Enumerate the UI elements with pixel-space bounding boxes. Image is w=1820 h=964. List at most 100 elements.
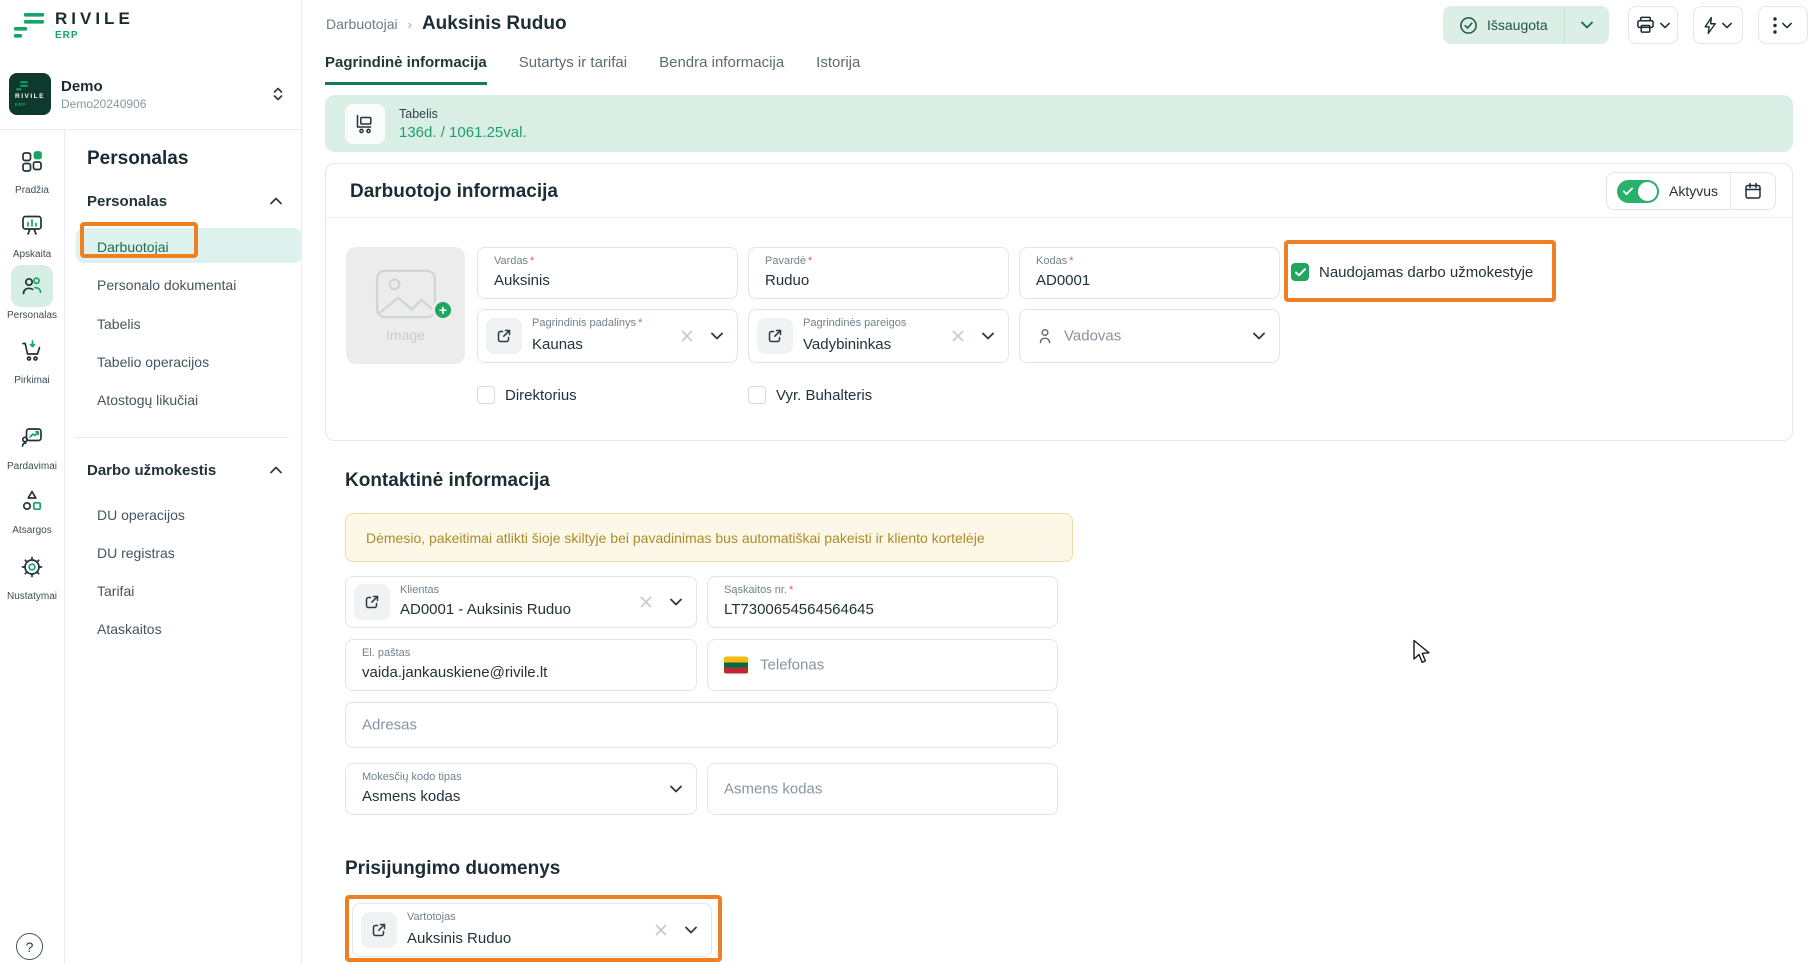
open-link-button[interactable] <box>354 584 390 620</box>
rivile-logo-icon <box>12 11 46 41</box>
org-avatar-sub: ERP <box>15 102 26 107</box>
saved-button[interactable]: Išsaugota <box>1443 16 1564 35</box>
brand-logo[interactable]: RIVILE ERP <box>12 10 134 41</box>
vardas-field[interactable]: Vardas* Auksinis <box>477 247 738 299</box>
sidebar-item-ataskaitos[interactable]: Ataskaitos <box>97 621 162 637</box>
help-button[interactable]: ? <box>16 933 43 960</box>
toggle-check-icon <box>1623 187 1633 196</box>
employee-image-upload[interactable]: Image + <box>346 247 465 364</box>
vartotojas-value: Auksinis Ruduo <box>407 930 511 947</box>
rail-item-atsargos[interactable]: Atsargos <box>0 480 64 536</box>
sidebar-item-personalo-dokumentai[interactable]: Personalo dokumentai <box>97 277 236 293</box>
sidebar-item-tarifai[interactable]: Tarifai <box>97 583 134 599</box>
checkbox-unchecked[interactable] <box>477 386 495 404</box>
chevron-down-icon <box>1660 22 1670 29</box>
clear-icon[interactable] <box>655 924 667 936</box>
rail-label: Personalas <box>7 310 57 321</box>
direktorius-checkbox[interactable]: Direktorius <box>477 386 577 404</box>
person-icon <box>1036 327 1054 345</box>
calendar-button[interactable] <box>1731 173 1775 209</box>
vartotojas-field[interactable]: Vartotojas Auksinis Ruduo <box>352 903 712 957</box>
vadovas-field[interactable]: Vadovas <box>1019 309 1280 363</box>
printer-icon <box>1636 16 1655 34</box>
rail-item-pradzia[interactable]: Pradžia <box>0 140 64 196</box>
more-options-button[interactable] <box>1758 6 1808 44</box>
checkbox-unchecked[interactable] <box>748 386 766 404</box>
rail-item-personalas[interactable]: Personalas <box>0 265 64 321</box>
pareigos-field[interactable]: Pagrindinės pareigos Vadybininkas <box>748 309 1009 363</box>
required-asterisk: * <box>789 584 793 596</box>
rail-item-pardavimai[interactable]: Pardavimai <box>0 416 64 472</box>
sidebar-item-du-registras[interactable]: DU registras <box>97 545 175 561</box>
tab-bar: Pagrindinė informacija Sutartys ir tarif… <box>325 54 860 85</box>
chevron-down-icon[interactable] <box>670 598 682 606</box>
active-toggle-label: Aktyvus <box>1669 183 1718 199</box>
tabelis-banner[interactable]: Tabelis 136d. / 1061.25val. <box>325 95 1793 152</box>
chevron-down-icon[interactable] <box>711 332 723 340</box>
rail-item-apskaita[interactable]: Apskaita <box>0 204 64 260</box>
sidebar-item-tabelis[interactable]: Tabelis <box>97 316 141 332</box>
chevron-down-icon[interactable] <box>1253 332 1265 340</box>
sidebar-item-du-operacijos[interactable]: DU operacijos <box>97 507 185 523</box>
brand-name: RIVILE <box>55 10 134 27</box>
cart-icon <box>20 339 44 363</box>
clear-icon[interactable] <box>952 330 964 342</box>
shapes-icon <box>20 489 44 513</box>
tab-sutartys-ir-tarifai[interactable]: Sutartys ir tarifai <box>519 54 627 85</box>
saved-label: Išsaugota <box>1487 17 1548 33</box>
chevron-up-icon[interactable] <box>270 197 282 205</box>
quick-actions-button[interactable] <box>1693 6 1743 44</box>
padalinys-field[interactable]: Pagrindinis padalinys* Kaunas <box>477 309 738 363</box>
org-avatar: RIVILE ERP <box>9 73 51 115</box>
telefonas-field[interactable]: Telefonas <box>707 639 1058 691</box>
chevron-down-icon[interactable] <box>670 785 682 793</box>
print-button[interactable] <box>1628 6 1678 44</box>
payroll-checkbox[interactable]: Naudojamas darbo užmokestyje <box>1291 263 1533 281</box>
kodas-field[interactable]: Kodas* AD0001 <box>1019 247 1280 299</box>
contact-warning-text: Dėmesio, pakeitimai atlikti šioje skilty… <box>366 530 985 546</box>
card-divider <box>326 217 1792 218</box>
breadcrumb: Darbuotojai › Auksinis Ruduo <box>326 13 567 35</box>
active-toggle[interactable] <box>1617 180 1659 203</box>
sidebar-item-darbuotojai[interactable]: Darbuotojai <box>97 239 169 255</box>
tab-istorija[interactable]: Istorija <box>816 54 860 85</box>
sidebar-item-tabelio-operacijos[interactable]: Tabelio operacijos <box>97 354 209 370</box>
external-link-icon <box>371 922 387 938</box>
rail-item-pirkimai[interactable]: Pirkimai <box>0 330 64 386</box>
chevron-up-icon[interactable] <box>270 466 282 474</box>
mokesciu-kodo-tipas-field[interactable]: Mokesčių kodo tipas Asmens kodas <box>345 763 697 815</box>
header-actions: Išsaugota <box>1443 6 1808 44</box>
trolley-icon <box>354 113 376 135</box>
org-sorter-icon[interactable] <box>271 86 285 102</box>
open-link-button[interactable] <box>486 318 522 354</box>
rail-item-nustatymai[interactable]: Nustatymai <box>0 546 64 602</box>
add-image-badge[interactable]: + <box>432 299 454 321</box>
sidebar-section-personalas[interactable]: Personalas <box>87 193 167 210</box>
chevron-down-icon[interactable] <box>685 926 697 934</box>
people-icon <box>20 274 44 298</box>
sidebar-section-darbo-uzmokestis[interactable]: Darbo užmokestis <box>87 462 216 479</box>
adresas-field[interactable]: Adresas <box>345 702 1058 748</box>
org-selector[interactable]: RIVILE ERP Demo Demo20240906 <box>9 70 293 118</box>
breadcrumb-parent[interactable]: Darbuotojai <box>326 16 398 32</box>
sidebar-item-atostogu-likuciai[interactable]: Atostogų likučiai <box>97 392 198 408</box>
saved-dropdown-button[interactable] <box>1565 21 1609 29</box>
el-pastas-field[interactable]: El. paštas vaida.jankauskiene@rivile.lt <box>345 639 697 691</box>
clear-icon[interactable] <box>681 330 693 342</box>
dashboard-grid-icon <box>20 149 44 173</box>
klientas-field[interactable]: Klientas AD0001 - Auksinis Ruduo <box>345 576 697 628</box>
tab-bendra-informacija[interactable]: Bendra informacija <box>659 54 784 85</box>
open-link-button[interactable] <box>757 318 793 354</box>
buhalteris-checkbox[interactable]: Vyr. Buhalteris <box>748 386 872 404</box>
open-link-button[interactable] <box>361 912 397 948</box>
saskaitos-nr-field[interactable]: Sąskaitos nr.* LT7300654564564645 <box>707 576 1058 628</box>
active-status-control: Aktyvus <box>1606 172 1776 210</box>
chevron-down-icon[interactable] <box>982 332 994 340</box>
clear-icon[interactable] <box>640 596 652 608</box>
pavarde-field[interactable]: Pavardė* Ruduo <box>748 247 1009 299</box>
checkbox-checked[interactable] <box>1291 263 1309 281</box>
analytics-board-icon <box>20 213 44 237</box>
saskaitos-value: LT7300654564564645 <box>724 601 874 618</box>
tab-pagrindine-informacija[interactable]: Pagrindinė informacija <box>325 54 487 85</box>
asmens-kodas-field[interactable]: Asmens kodas <box>707 763 1058 815</box>
